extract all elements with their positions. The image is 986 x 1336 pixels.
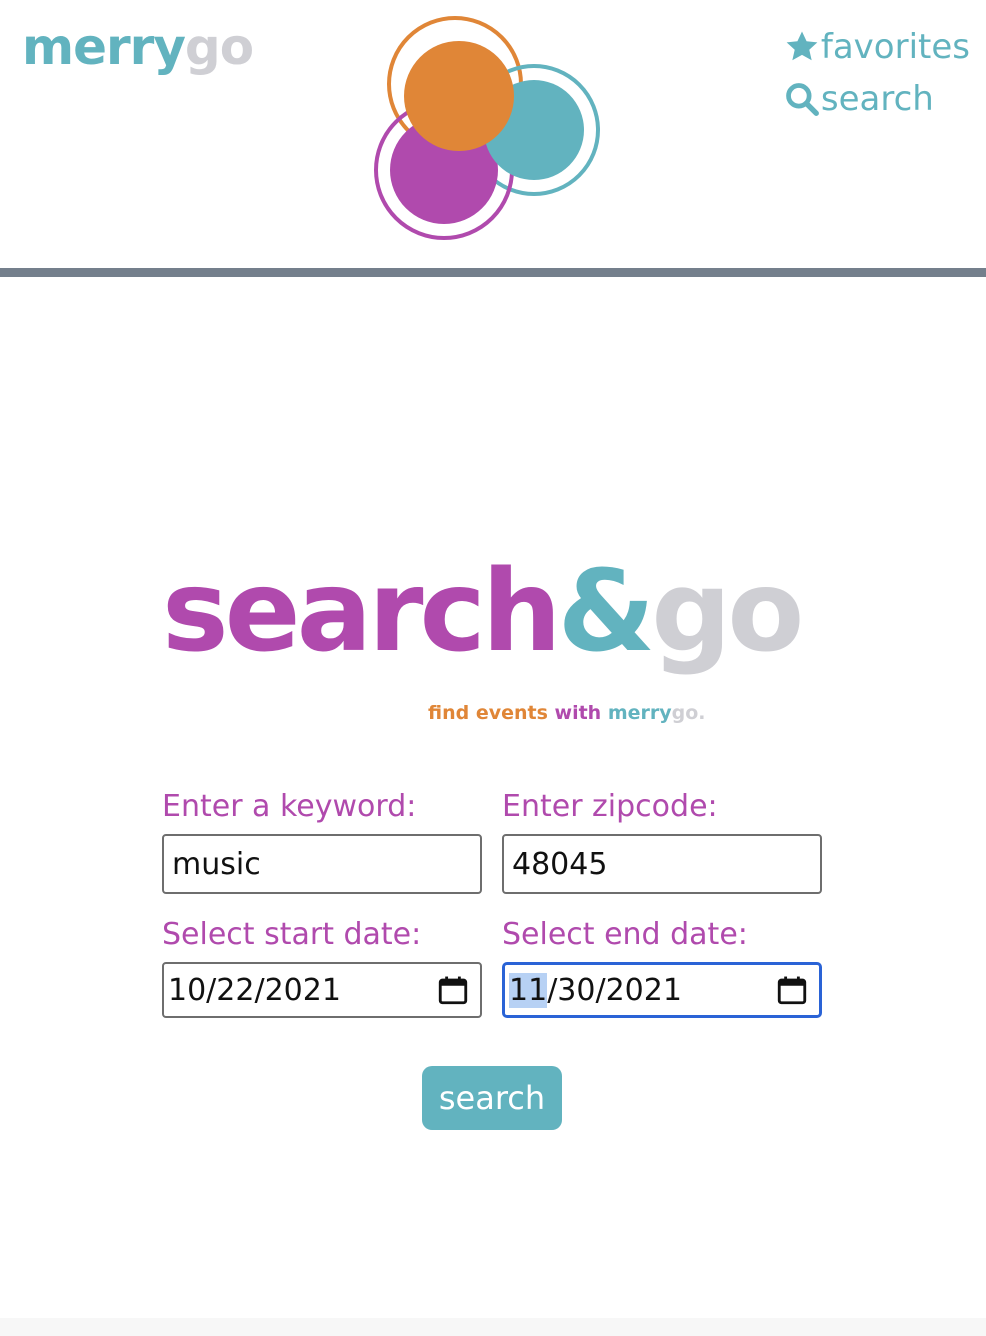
- keyword-field: Enter a keyword: music: [162, 792, 482, 894]
- wordmark-search: search: [162, 547, 562, 677]
- end-date-month-selected: 11: [509, 972, 548, 1008]
- keyword-input-value: music: [172, 846, 261, 882]
- search-button[interactable]: search: [422, 1066, 562, 1130]
- page: merrygo favorites search search&go find …: [0, 0, 986, 1336]
- nav-search[interactable]: search: [783, 80, 970, 118]
- zipcode-input-value: 48045: [512, 846, 608, 882]
- tagline-with: with: [554, 702, 602, 724]
- end-date-value: 11/30/2021: [509, 972, 682, 1008]
- brand-merry: merry: [22, 18, 186, 76]
- start-date-input[interactable]: 10/22/2021: [162, 962, 482, 1018]
- zipcode-label: Enter zipcode:: [502, 789, 718, 824]
- magnifier-icon: [786, 83, 819, 116]
- tagline-find-events: find events: [428, 702, 548, 724]
- end-date-field: Select end date: 11/30/2021: [502, 920, 822, 1018]
- zipcode-field: Enter zipcode: 48045: [502, 792, 822, 894]
- nav-favorites[interactable]: favorites: [783, 28, 970, 66]
- circles-logo-icon: [374, 16, 600, 240]
- nav-favorites-label: favorites: [820, 27, 970, 67]
- start-date-field: Select start date: 10/22/2021: [162, 920, 482, 1018]
- end-date-label: Select end date:: [502, 917, 748, 952]
- zipcode-input[interactable]: 48045: [502, 834, 822, 894]
- star-icon: [786, 31, 818, 61]
- calendar-icon[interactable]: [436, 973, 470, 1007]
- wordmark-amp: &: [557, 547, 656, 677]
- search-and-go-wordmark: search&go: [162, 556, 804, 668]
- keyword-label: Enter a keyword:: [162, 789, 417, 824]
- brand-go: go: [184, 18, 254, 76]
- end-date-input[interactable]: 11/30/2021: [502, 962, 822, 1018]
- tagline-go: go.: [671, 702, 706, 724]
- brand-logo[interactable]: merrygo: [22, 22, 254, 72]
- tagline-merry: merry: [607, 702, 672, 724]
- calendar-icon[interactable]: [775, 973, 809, 1007]
- wordmark-go: go: [651, 547, 804, 677]
- keyword-input[interactable]: music: [162, 834, 482, 894]
- header-divider: [0, 268, 986, 277]
- start-date-label: Select start date:: [162, 917, 422, 952]
- top-nav: favorites search: [783, 28, 970, 118]
- nav-search-label: search: [820, 79, 934, 119]
- tagline: find events with merrygo.: [428, 704, 706, 723]
- start-date-value: 10/22/2021: [168, 972, 341, 1008]
- bottom-strip: [0, 1318, 986, 1336]
- header: merrygo favorites search: [0, 0, 986, 268]
- end-date-rest: /30/2021: [547, 972, 682, 1008]
